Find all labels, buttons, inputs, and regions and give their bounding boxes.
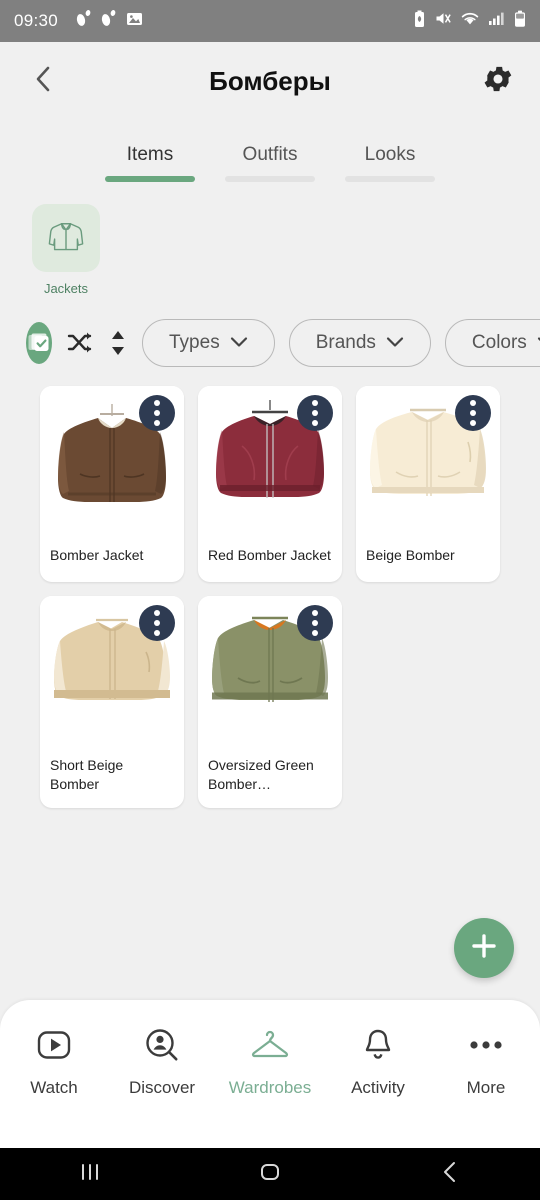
signal-icon — [488, 11, 505, 31]
filter-types[interactable]: Types — [142, 319, 275, 367]
item-image — [40, 386, 184, 536]
app-header: Бомберы — [0, 42, 540, 120]
item-menu-button[interactable] — [139, 395, 175, 431]
bottom-navigation: Watch Discover Wardrobes Activity More — [0, 1000, 540, 1148]
back-button[interactable] — [26, 64, 60, 98]
nav-label: Watch — [30, 1078, 78, 1097]
tab-label: Items — [126, 144, 174, 165]
tab-underline — [225, 176, 315, 182]
nav-item-more[interactable]: More — [438, 1026, 534, 1098]
back-icon — [439, 1160, 461, 1189]
nav-item-activity[interactable]: Activity — [330, 1026, 426, 1098]
filter-label: Colors — [471, 332, 527, 353]
chevron-down-icon — [386, 332, 404, 354]
add-item-button[interactable] — [454, 918, 514, 978]
item-label: Beige Bomber — [366, 547, 455, 563]
footsteps-icon — [101, 9, 118, 33]
tab-looks[interactable]: Looks — [338, 144, 442, 182]
table-row[interactable]: Short Beige Bomber — [40, 596, 184, 808]
recents-icon — [79, 1161, 101, 1188]
settings-button[interactable] — [480, 63, 516, 99]
item-image — [40, 596, 184, 746]
category-row: Jackets — [0, 182, 540, 296]
home-icon — [258, 1160, 282, 1189]
page-title: Бомберы — [209, 65, 331, 96]
home-button[interactable] — [240, 1154, 300, 1194]
tab-items[interactable]: Items — [98, 144, 202, 182]
category-label: Jackets — [43, 281, 89, 296]
tab-bar: Items Outfits Looks — [0, 120, 540, 182]
item-label: Bomber Jacket — [50, 547, 144, 563]
chevron-left-icon — [32, 64, 54, 99]
status-bar-right — [413, 10, 526, 33]
item-image — [198, 386, 342, 536]
nav-label: Discover — [128, 1078, 196, 1097]
sort-icon[interactable] — [108, 321, 128, 365]
hanger-icon — [249, 1026, 291, 1069]
item-label: Red Bomber Jacket — [208, 547, 331, 563]
plus-icon — [469, 931, 499, 966]
table-row[interactable]: Oversized Green Bomber… — [198, 596, 342, 808]
filter-label: Brands — [315, 332, 376, 353]
item-grid: Bomber Jacket Red Bomber Jacket Beige Bo… — [0, 368, 540, 808]
item-menu-button[interactable] — [297, 605, 333, 641]
nav-label: More — [466, 1078, 506, 1097]
item-menu-button[interactable] — [455, 395, 491, 431]
status-bar-clock: 09:30 — [14, 11, 59, 30]
battery-saver-icon — [413, 10, 426, 33]
play-box-icon — [35, 1026, 73, 1069]
filter-toolbar: Types Brands Colors — [0, 296, 540, 368]
filter-label: Types — [169, 332, 220, 353]
status-bar-left: 09:30 — [14, 9, 413, 33]
bell-icon — [359, 1026, 397, 1069]
category-tile — [32, 204, 100, 272]
filter-brands[interactable]: Brands — [288, 319, 431, 367]
table-row[interactable]: Beige Bomber — [356, 386, 500, 582]
more-dots-icon — [466, 1026, 506, 1069]
tab-underline — [105, 176, 195, 182]
nav-item-wardrobes[interactable]: Wardrobes — [222, 1026, 318, 1098]
battery-icon — [514, 10, 526, 33]
recents-button[interactable] — [60, 1154, 120, 1194]
mute-icon — [435, 10, 452, 32]
nav-item-watch[interactable]: Watch — [6, 1026, 102, 1098]
filter-colors[interactable]: Colors — [444, 319, 540, 367]
table-row[interactable]: Bomber Jacket — [40, 386, 184, 582]
footsteps-icon — [76, 9, 93, 33]
tab-outfits[interactable]: Outfits — [218, 144, 322, 182]
tab-label: Outfits — [242, 144, 298, 165]
tab-label: Looks — [364, 144, 416, 165]
nav-label: Wardrobes — [228, 1078, 312, 1097]
jacket-icon — [45, 215, 87, 262]
back-button-system[interactable] — [420, 1154, 480, 1194]
shuffle-icon[interactable] — [66, 321, 94, 365]
item-image — [198, 596, 342, 746]
image-icon — [126, 11, 143, 32]
gear-icon — [481, 62, 515, 101]
item-label: Short Beige Bomber — [50, 757, 124, 792]
category-jackets[interactable]: Jackets — [32, 204, 100, 296]
nav-label: Activity — [351, 1078, 405, 1097]
wifi-icon — [461, 11, 479, 32]
item-label: Oversized Green Bomber… — [208, 757, 314, 792]
item-menu-button[interactable] — [297, 395, 333, 431]
item-menu-button[interactable] — [139, 605, 175, 641]
person-search-icon — [143, 1026, 181, 1069]
tab-underline — [345, 176, 435, 182]
multi-select-icon[interactable] — [26, 322, 52, 364]
item-image — [356, 386, 500, 536]
android-navigation-bar — [0, 1148, 540, 1200]
status-bar: 09:30 — [0, 0, 540, 42]
chevron-down-icon — [230, 332, 248, 354]
table-row[interactable]: Red Bomber Jacket — [198, 386, 342, 582]
nav-item-discover[interactable]: Discover — [114, 1026, 210, 1098]
